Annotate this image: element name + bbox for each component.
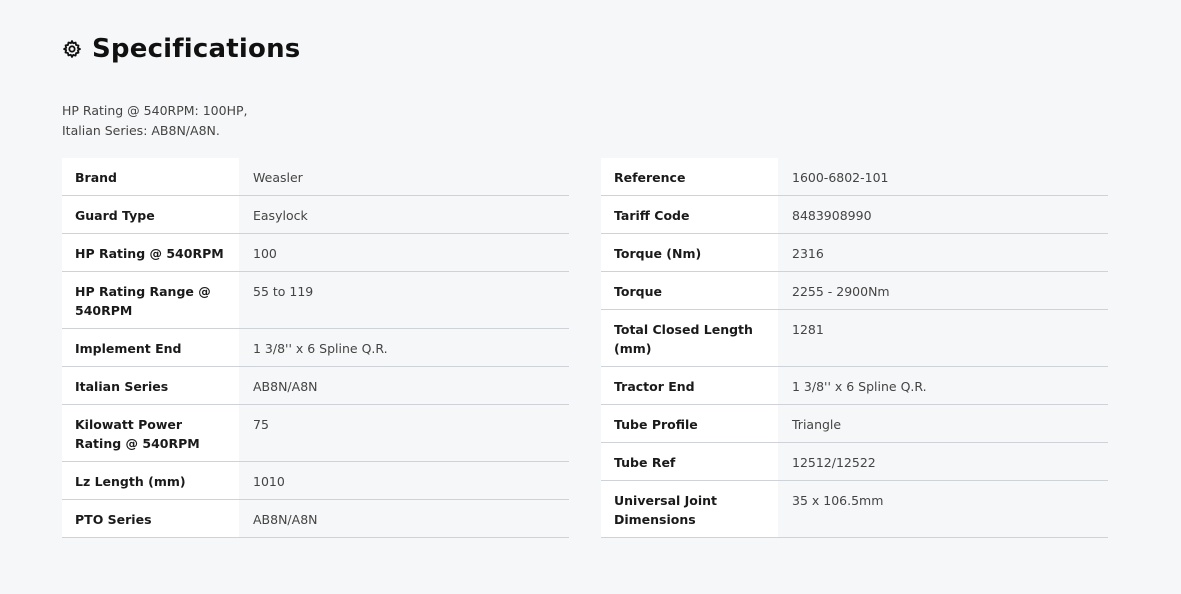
spec-label: Tractor End xyxy=(601,366,778,405)
spec-value: 1 3/8'' x 6 Spline Q.R. xyxy=(253,341,388,356)
spec-value: 1600-6802-101 xyxy=(792,170,889,185)
spec-row: Torque (Nm) 2316 xyxy=(601,233,1108,272)
spec-value: 55 to 119 xyxy=(253,284,314,299)
spec-label: Brand xyxy=(62,158,239,196)
spec-label: Torque (Nm) xyxy=(601,233,778,272)
spec-value: AB8N/A8N xyxy=(253,379,318,394)
spec-label: Reference xyxy=(601,158,778,196)
spec-label: HP Rating Range @ 540RPM xyxy=(62,271,239,329)
spec-row: Torque 2255 - 2900Nm xyxy=(601,271,1108,310)
spec-label: Implement End xyxy=(62,328,239,367)
spec-row: HP Rating @ 540RPM 100 xyxy=(62,233,569,272)
spec-label: Italian Series xyxy=(62,366,239,405)
spec-table-left: Brand Weasler Guard Type Easylock HP Rating … xyxy=(62,158,569,538)
spec-row: Reference 1600-6802-101 xyxy=(601,158,1108,196)
spec-value: Weasler xyxy=(253,170,303,185)
spec-row: Lz Length (mm) 1010 xyxy=(62,461,569,500)
spec-label: PTO Series xyxy=(62,499,239,538)
spec-row: Guard Type Easylock xyxy=(62,195,569,234)
section-heading: Specifications xyxy=(62,30,300,68)
spec-value: 75 xyxy=(253,417,269,432)
spec-value: 35 x 106.5mm xyxy=(792,493,884,508)
spec-row: Total Closed Length (mm) 1281 xyxy=(601,309,1108,367)
spec-summary: HP Rating @ 540RPM: 100HP, Italian Serie… xyxy=(62,101,247,141)
spec-row: Kilowatt Power Rating @ 540RPM 75 xyxy=(62,404,569,462)
spec-value: Triangle xyxy=(792,417,842,432)
summary-line: Italian Series: AB8N/A8N. xyxy=(62,123,220,138)
spec-value: 2255 - 2900Nm xyxy=(792,284,890,299)
spec-row: Tube Profile Triangle xyxy=(601,404,1108,443)
spec-row: Tractor End 1 3/8'' x 6 Spline Q.R. xyxy=(601,366,1108,405)
spec-value: 1010 xyxy=(253,474,285,489)
spec-label: Kilowatt Power Rating @ 540RPM xyxy=(62,404,239,462)
spec-label: Guard Type xyxy=(62,195,239,234)
spec-row: Implement End 1 3/8'' x 6 Spline Q.R. xyxy=(62,328,569,367)
spec-row: Universal Joint Dimensions 35 x 106.5mm xyxy=(601,480,1108,538)
specifications-section: Specifications HP Rating @ 540RPM: 100HP… xyxy=(0,0,1181,594)
spec-value: 1 3/8'' x 6 Spline Q.R. xyxy=(792,379,927,394)
spec-value: Easylock xyxy=(253,208,308,223)
spec-value: 12512/12522 xyxy=(792,455,876,470)
spec-row: Tube Ref 12512/12522 xyxy=(601,442,1108,481)
summary-line: HP Rating @ 540RPM: 100HP, xyxy=(62,103,248,118)
spec-row: HP Rating Range @ 540RPM 55 to 119 xyxy=(62,271,569,329)
gear-icon xyxy=(62,39,82,59)
spec-row: Brand Weasler xyxy=(62,158,569,196)
spec-label: Total Closed Length (mm) xyxy=(601,309,778,367)
spec-value: 2316 xyxy=(792,246,824,261)
page-title: Specifications xyxy=(92,34,301,64)
spec-label: Tariff Code xyxy=(601,195,778,234)
spec-value: 8483908990 xyxy=(792,208,872,223)
spec-label: Torque xyxy=(601,271,778,310)
spec-table-right: Reference 1600-6802-101 Tariff Code 8483908… xyxy=(601,158,1108,538)
spec-row: Tariff Code 8483908990 xyxy=(601,195,1108,234)
spec-label: Tube Profile xyxy=(601,404,778,443)
spec-value: 100 xyxy=(253,246,277,261)
spec-label: Tube Ref xyxy=(601,442,778,481)
spec-value: 1281 xyxy=(792,322,824,337)
spec-label: Universal Joint Dimensions xyxy=(601,480,778,538)
spec-label: Lz Length (mm) xyxy=(62,461,239,500)
spec-row: PTO Series AB8N/A8N xyxy=(62,499,569,538)
spec-value: AB8N/A8N xyxy=(253,512,318,527)
spec-label: HP Rating @ 540RPM xyxy=(62,233,239,272)
spec-row: Italian Series AB8N/A8N xyxy=(62,366,569,405)
